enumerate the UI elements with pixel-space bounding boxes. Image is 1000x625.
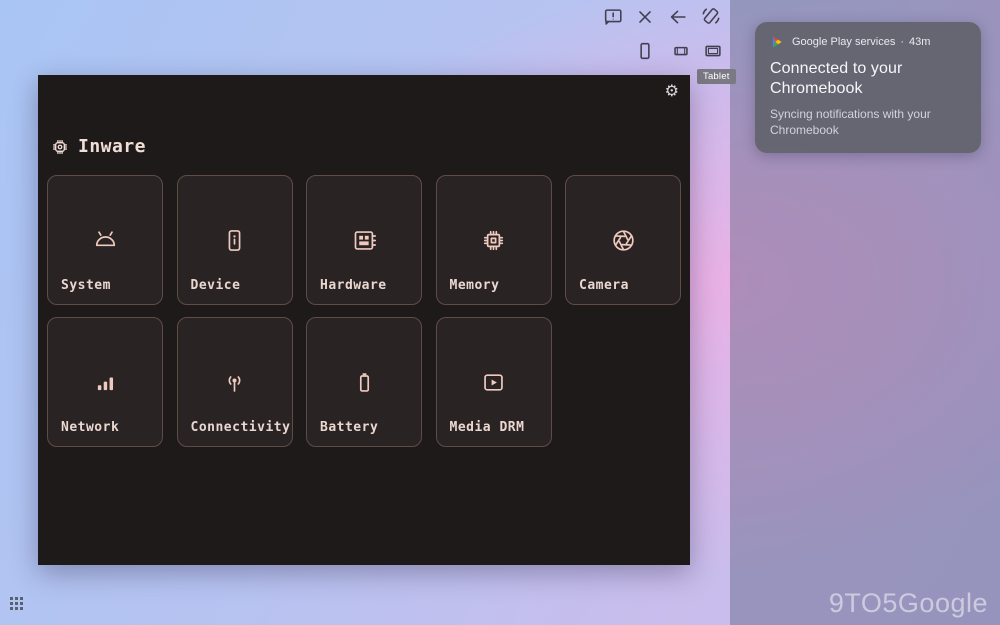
signal-bars-icon [92,369,119,396]
inware-app-window: ⚙ Inware System Device [38,75,690,565]
tile-camera[interactable]: Camera [565,175,681,305]
notification-separator: · [900,36,904,48]
tile-device[interactable]: Device [177,175,293,305]
phone-portrait-icon[interactable] [634,40,656,62]
tethering-antenna-icon [221,369,248,396]
back-icon[interactable] [667,6,689,28]
developer-board-icon [351,227,378,254]
tile-media-drm[interactable]: Media DRM [436,317,552,447]
tile-label: Media DRM [450,420,525,435]
android-icon [92,227,119,254]
close-icon[interactable] [634,6,656,28]
chip-logo-icon [50,137,70,157]
tile-label: Connectivity [191,420,291,435]
watermark: 9TO5Google [829,588,988,619]
tile-label: Hardware [320,278,387,293]
app-title: Inware [78,136,146,157]
rotate-icon[interactable] [700,5,722,27]
memory-chip-icon [480,227,507,254]
phone-landscape-icon[interactable] [670,40,692,62]
notification-header: Google Play services · 43m [770,35,966,49]
tile-network[interactable]: Network [47,317,163,447]
tile-memory[interactable]: Memory [436,175,552,305]
notification-title: Connected to your Chromebook [770,59,966,100]
feedback-icon[interactable] [602,6,624,28]
notification-time: 43m [909,36,930,48]
notification-card[interactable]: Google Play services · 43m Connected to … [755,22,981,153]
tile-hardware[interactable]: Hardware [306,175,422,305]
play-display-icon [480,369,507,396]
battery-icon [351,369,378,396]
tile-label: Camera [579,278,629,293]
settings-gear-icon[interactable]: ⚙ [665,83,679,99]
app-header: Inware [50,136,146,157]
tablet-tooltip: Tablet [697,69,736,84]
tile-label: Network [61,420,119,435]
tile-label: Memory [450,278,500,293]
tile-battery[interactable]: Battery [306,317,422,447]
tile-label: System [61,278,111,293]
google-play-services-icon [770,35,784,49]
tile-system[interactable]: System [47,175,163,305]
tile-connectivity[interactable]: Connectivity [177,317,293,447]
tile-label: Device [191,278,241,293]
tablet-icon[interactable] [702,40,724,62]
notification-app-name: Google Play services [792,36,895,48]
category-grid: System Device Hardware [47,175,681,447]
phone-info-icon [221,227,248,254]
aperture-icon [610,227,637,254]
notification-body: Syncing notifications with your Chromebo… [770,106,966,138]
launcher-grid-icon[interactable] [10,597,23,610]
tile-label: Battery [320,420,378,435]
